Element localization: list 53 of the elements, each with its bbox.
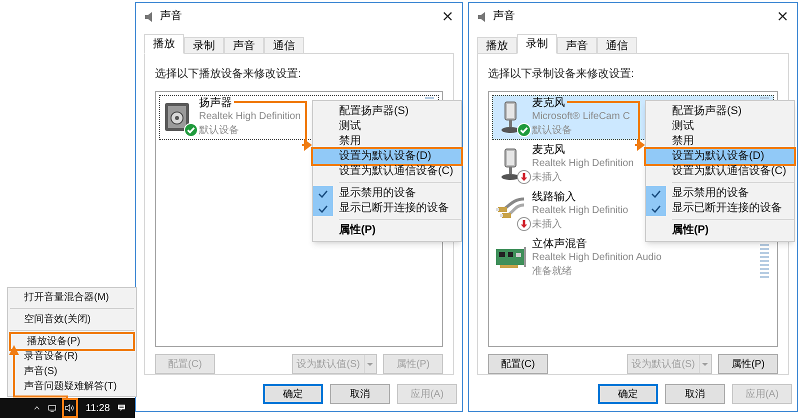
menu-item[interactable]: 属性(P) (646, 223, 794, 238)
device-name: 麦克风 (532, 143, 566, 157)
device-status: 未插入 (532, 171, 563, 185)
tab[interactable]: 声音 (224, 37, 264, 54)
menu-item[interactable]: 显示已断开连接的设备 (313, 201, 461, 216)
device-name: 扬声器 (199, 96, 233, 110)
menu-item[interactable]: 录音设备(R) (8, 349, 136, 364)
tab[interactable]: 录制 (184, 37, 224, 54)
device-status: 未插入 (532, 218, 563, 232)
menu-item[interactable]: 设置为默认通信设备(C) (313, 164, 461, 179)
tab[interactable]: 通信 (264, 37, 304, 54)
menu-item[interactable]: 播放设备(P) (11, 334, 133, 349)
menu-item[interactable]: 打开音量混合器(M) (8, 290, 136, 305)
menu-item[interactable]: 声音(S) (8, 364, 136, 379)
device-name: 线路输入 (532, 190, 577, 204)
device-status: 默认设备 (532, 124, 573, 138)
menu-item[interactable]: 设置为默认设备(D) (646, 149, 794, 164)
clock: 11:28 (86, 402, 110, 416)
window-title: 声音 (160, 8, 182, 24)
device-description: Microsoft® LifeCam C (532, 110, 630, 124)
menu-item[interactable]: 空间音效(关闭) (8, 312, 136, 327)
button[interactable]: 取消 (330, 384, 390, 404)
device-description: Realtek High Definition (199, 110, 301, 124)
tab[interactable]: 通信 (597, 37, 637, 54)
tab[interactable]: 录制 (517, 34, 557, 54)
menu-item[interactable]: 属性(P) (313, 223, 461, 238)
device-description: Realtek High Definitio (532, 204, 628, 218)
close-button[interactable]: × (441, 9, 454, 24)
tab[interactable]: 播放 (477, 37, 517, 54)
device-row[interactable]: 立体声混音 Realtek High Definition Audio 准备就绪 (492, 236, 774, 280)
button[interactable]: 属性(P) (718, 354, 778, 374)
menu-item[interactable]: 显示禁用的设备 (646, 186, 794, 201)
close-button[interactable]: × (776, 9, 789, 24)
button[interactable]: 确定 (263, 384, 323, 404)
button[interactable]: 确定 (598, 384, 658, 404)
menu-item[interactable]: 声音问题疑难解答(T) (8, 379, 136, 394)
tab[interactable]: 播放 (144, 34, 184, 54)
button[interactable]: 配置(C) (488, 354, 548, 374)
device-status: 默认设备 (199, 124, 240, 138)
instruction-text: 选择以下录制设备来修改设置: (488, 67, 636, 82)
menu-item[interactable]: 设置为默认设备(D) (313, 149, 461, 164)
tab[interactable]: 声音 (557, 37, 597, 54)
device-name: 立体声混音 (532, 237, 588, 251)
menu-item[interactable]: 显示禁用的设备 (313, 186, 461, 201)
window-title: 声音 (493, 8, 515, 24)
menu-item[interactable]: 显示已断开连接的设备 (646, 201, 794, 216)
device-description: Realtek High Definition (532, 157, 634, 171)
device-name: 麦克风 (532, 96, 566, 110)
device-status: 准备就绪 (532, 265, 573, 279)
button[interactable]: 取消 (665, 384, 725, 404)
menu-item[interactable]: 设置为默认通信设备(C) (646, 164, 794, 179)
device-description: Realtek High Definition Audio (532, 251, 662, 265)
instruction-text: 选择以下播放设备来修改设置: (155, 67, 302, 82)
